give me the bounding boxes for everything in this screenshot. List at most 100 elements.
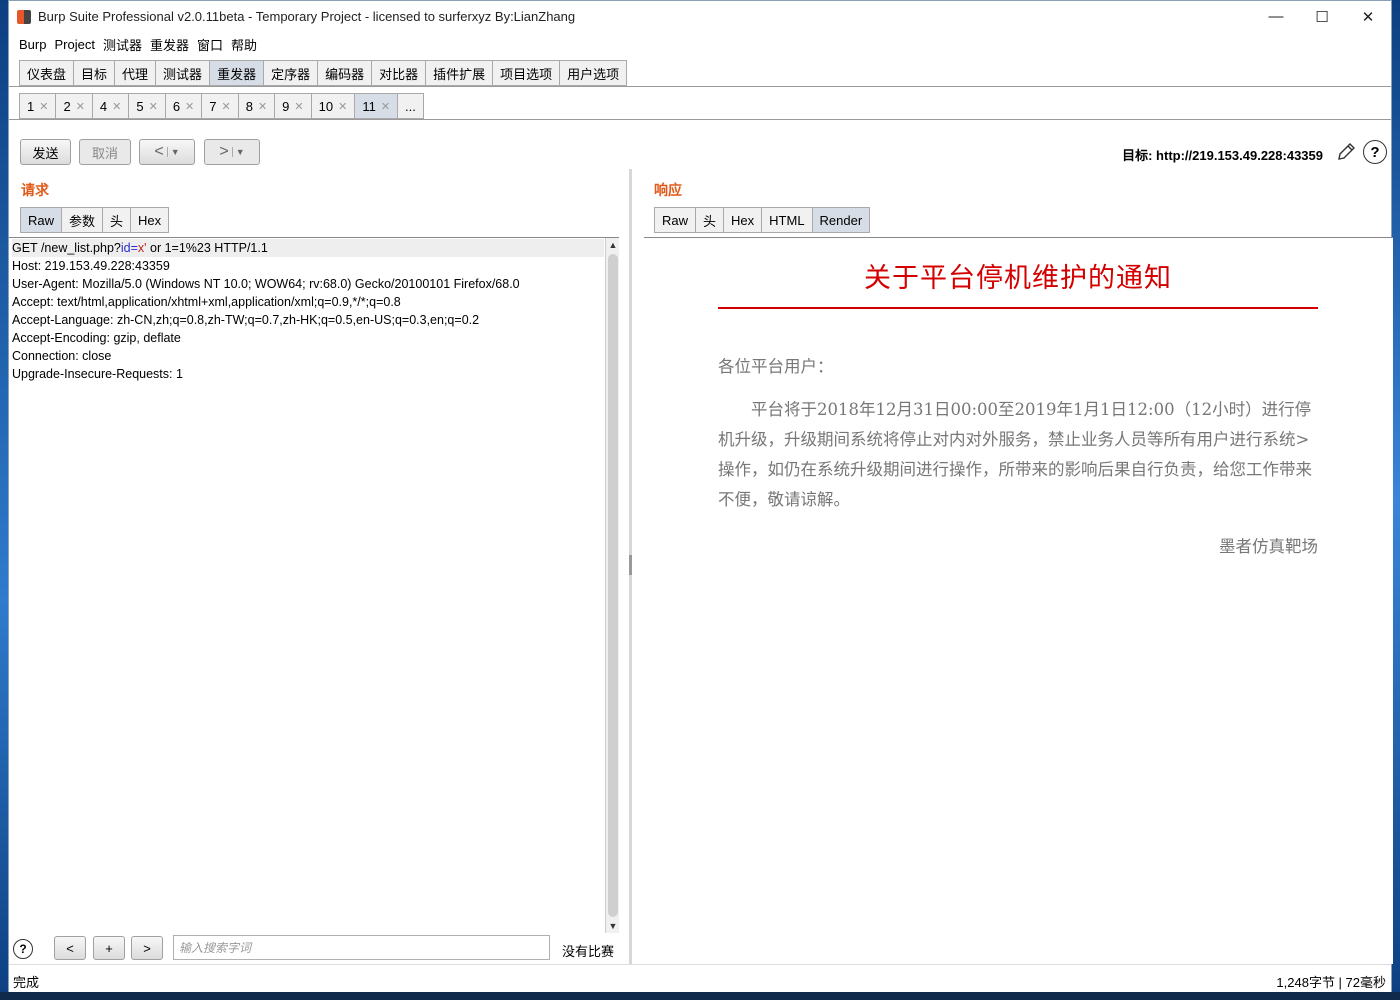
menu-intruder[interactable]: 测试器 <box>99 35 146 54</box>
response-tab-html[interactable]: HTML <box>761 207 812 233</box>
desktop-right-edge <box>1392 0 1400 1000</box>
request-tab-hex[interactable]: Hex <box>130 207 170 233</box>
tab-extender[interactable]: 插件扩展 <box>425 60 493 86</box>
request-header-upgrade-insecure[interactable]: Upgrade-Insecure-Requests: 1 <box>12 365 604 383</box>
menu-repeater[interactable]: 重发器 <box>146 35 193 54</box>
menu-window[interactable]: 窗口 <box>193 35 227 54</box>
response-tab-render[interactable]: Render <box>811 207 871 233</box>
request-title: 请求 <box>21 182 49 198</box>
close-tab-icon[interactable]: ✕ <box>381 100 390 113</box>
minimize-button[interactable]: — <box>1253 1 1299 32</box>
tab-dashboard[interactable]: 仪表盘 <box>19 60 74 86</box>
notice-greeting: 各位平台用户： <box>718 357 834 376</box>
desktop-left-edge <box>0 0 8 1000</box>
tab-intruder[interactable]: 测试器 <box>155 60 210 86</box>
status-bar: 完成 1,248字节 | 72毫秒 <box>9 964 1391 992</box>
notice-heading: 关于平台停机维护的通知 <box>718 256 1318 309</box>
help-icon[interactable]: ? <box>1363 140 1387 164</box>
tab-sequencer[interactable]: 定序器 <box>263 60 318 86</box>
search-prev-button[interactable]: < <box>54 936 86 960</box>
repeater-tab-active[interactable]: 11 ✕ <box>354 93 398 119</box>
chevron-down-icon[interactable]: ▼ <box>166 147 180 157</box>
tab-user-options[interactable]: 用户选项 <box>559 60 628 86</box>
repeater-tab[interactable]: 7 ✕ <box>201 93 238 119</box>
request-tab-params[interactable]: 参数 <box>61 207 103 233</box>
close-tab-icon[interactable]: ✕ <box>149 100 158 113</box>
search-next-button[interactable]: > <box>131 936 163 960</box>
request-line-prefix: GET /new_list.php? <box>12 241 121 255</box>
scroll-thumb[interactable] <box>608 254 618 917</box>
tab-repeater[interactable]: 重发器 <box>209 60 264 86</box>
send-button[interactable]: 发送 <box>20 139 71 165</box>
target-host-label: 目标: http://219.153.49.228:43359 <box>1122 148 1323 163</box>
repeater-tab[interactable]: 6 ✕ <box>164 93 202 119</box>
close-tab-icon[interactable]: ✕ <box>222 100 231 113</box>
repeater-tab-label: 1 <box>27 98 35 114</box>
burp-app-icon <box>17 9 31 24</box>
response-title: 响应 <box>654 182 682 198</box>
request-line[interactable]: GET /new_list.php?id=x' or 1=1%23 HTTP/1… <box>12 239 604 257</box>
repeater-tab[interactable]: 10 ✕ <box>310 93 355 119</box>
request-view-tabs: Raw 参数 头 Hex <box>20 207 170 233</box>
tab-comparer[interactable]: 对比器 <box>371 60 426 86</box>
request-text[interactable]: GET /new_list.php?id=x' or 1=1%23 HTTP/1… <box>12 239 604 383</box>
scroll-down-icon[interactable]: ▼ <box>606 919 620 933</box>
response-tab-hex[interactable]: Hex <box>723 207 762 233</box>
repeater-tab-label: 6 <box>172 98 181 114</box>
tab-project-options[interactable]: 项目选项 <box>492 60 560 86</box>
repeater-tab[interactable]: 1 ✕ <box>19 93 56 119</box>
tab-target[interactable]: 目标 <box>73 60 115 86</box>
notice-page: 关于平台停机维护的通知 各位平台用户： 平台将于2018年12月31日00:00… <box>718 238 1318 557</box>
main-tabs: 仪表盘 目标 代理 测试器 重发器 定序器 编码器 对比器 插件扩展 项目选项 … <box>19 60 628 86</box>
request-header-accept-encoding[interactable]: Accept-Encoding: gzip, deflate <box>12 329 604 347</box>
repeater-tab[interactable]: 2 ✕ <box>55 93 92 119</box>
taskbar <box>0 992 1400 1000</box>
search-help-icon[interactable]: ? <box>13 939 33 959</box>
repeater-tab[interactable]: 5 ✕ <box>128 93 165 119</box>
burp-window: Burp Suite Professional v2.0.11beta - Te… <box>8 0 1393 992</box>
search-input[interactable] <box>173 935 550 960</box>
new-repeater-tab[interactable]: ... <box>397 93 424 119</box>
param-equals: = <box>130 241 138 255</box>
repeater-tab[interactable]: 9 ✕ <box>274 93 311 119</box>
request-tab-headers[interactable]: 头 <box>102 207 131 233</box>
chevron-down-icon[interactable]: ▼ <box>231 147 245 157</box>
request-editor[interactable]: GET /new_list.php?id=x' or 1=1%23 HTTP/1… <box>9 237 619 933</box>
notice-signature: 墨者仿真靶场 <box>1219 537 1318 556</box>
param-value: x' <box>137 241 147 255</box>
request-header-accept[interactable]: Accept: text/html,application/xhtml+xml,… <box>12 293 604 311</box>
search-add-button[interactable]: + <box>93 936 125 960</box>
request-header-accept-language[interactable]: Accept-Language: zh-CN,zh;q=0.8,zh-TW;q=… <box>12 311 604 329</box>
repeater-tab[interactable]: 8 ✕ <box>237 93 275 119</box>
edit-pencil-icon[interactable] <box>1335 141 1357 163</box>
menu-project[interactable]: Project <box>50 37 98 52</box>
forward-button[interactable]: > ▼ <box>204 139 260 165</box>
response-tab-headers[interactable]: 头 <box>695 207 724 233</box>
request-header-user-agent[interactable]: User-Agent: Mozilla/5.0 (Windows NT 10.0… <box>12 275 604 293</box>
close-tab-icon[interactable]: ✕ <box>258 100 267 113</box>
request-header-connection[interactable]: Connection: close <box>12 347 604 365</box>
maximize-button[interactable]: ☐ <box>1299 1 1345 32</box>
close-tab-icon[interactable]: ✕ <box>112 100 121 113</box>
menu-help[interactable]: 帮助 <box>227 35 261 54</box>
scroll-up-icon[interactable]: ▲ <box>606 238 620 252</box>
request-scrollbar[interactable]: ▲ ▼ <box>605 238 619 933</box>
close-tab-icon[interactable]: ✕ <box>338 100 347 113</box>
back-button[interactable]: < ▼ <box>139 139 195 165</box>
menu-burp[interactable]: Burp <box>15 37 50 52</box>
divider-grip-icon[interactable] <box>629 555 632 575</box>
repeater-tabs: 1 ✕ 2 ✕ 4 ✕ 5 ✕ 6 ✕ 7 ✕ 8 ✕ 9 ✕ 10 ✕ 11 ✕ ... <box>19 93 424 119</box>
tab-proxy[interactable]: 代理 <box>114 60 156 86</box>
close-tab-icon[interactable]: ✕ <box>76 100 85 113</box>
tab-decoder[interactable]: 编码器 <box>317 60 372 86</box>
request-tab-raw[interactable]: Raw <box>20 207 62 233</box>
cancel-button[interactable]: 取消 <box>79 139 131 165</box>
close-tab-icon[interactable]: ✕ <box>185 100 194 113</box>
request-header-host[interactable]: Host: 219.153.49.228:43359 <box>12 257 604 275</box>
status-text: 完成 <box>13 975 40 990</box>
close-button[interactable]: ✕ <box>1345 1 1391 32</box>
close-tab-icon[interactable]: ✕ <box>294 100 303 113</box>
close-tab-icon[interactable]: ✕ <box>39 100 48 113</box>
response-tab-raw[interactable]: Raw <box>654 207 696 233</box>
repeater-tab[interactable]: 4 ✕ <box>91 93 129 119</box>
